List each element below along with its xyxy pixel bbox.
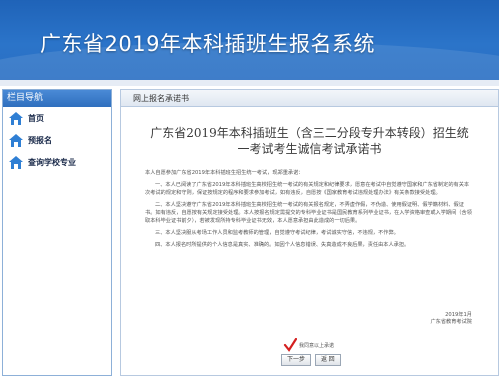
header-banner: 广东省2019年本科插班生报名系统 bbox=[0, 0, 499, 80]
sidebar-heading: 栏目导航 bbox=[3, 90, 111, 107]
pledge-paragraph: 本人自愿参加广东省2019年本科插班生招生统一考试，现郑重承诺： bbox=[145, 170, 304, 176]
checkmark-icon bbox=[283, 338, 297, 352]
pledge-paragraph: 三、本人坚决服从考场工作人员和监考教师的管理，自觉遵守考试纪律，考试诚实守信，不… bbox=[155, 230, 399, 236]
house-icon bbox=[9, 133, 23, 147]
sign-org: 广东省教育考试院 bbox=[430, 319, 472, 325]
sidebar-item-pre-register[interactable]: 预报名 bbox=[3, 129, 111, 151]
system-title: 广东省2019年本科插班生报名系统 bbox=[40, 32, 375, 56]
sidebar-item-label: 首页 bbox=[28, 113, 44, 123]
back-button[interactable]: 返 回 bbox=[315, 354, 341, 366]
house-icon bbox=[9, 155, 23, 169]
signature-block: 2019年1月 广东省教育考试院 bbox=[430, 312, 472, 326]
panel-title: 网上报名承诺书 bbox=[121, 90, 498, 107]
pledge-paragraph: 四、本人报名时所提供的个人信息是真实、准确的。如因个人信息错误、失真造成不良后果… bbox=[155, 242, 410, 248]
pledge-paragraph: 一、本人已阅读了广东省2019年本科插班生高校招生统一考试的有关规定和纪律要求，… bbox=[145, 182, 470, 196]
pledge-paragraph: 二、本人坚决遵守广东省2019年本科插班生高校招生统一考试的有关报名规定，不弄虚… bbox=[145, 202, 472, 224]
header-divider bbox=[0, 80, 499, 86]
document-title-line2: 一考试考生诚信考试承诺书 bbox=[237, 142, 382, 156]
sidebar-item-label: 预报名 bbox=[28, 135, 52, 145]
sidebar-item-query-school[interactable]: 查询学校专业 bbox=[3, 151, 111, 173]
agree-checkbox[interactable]: 我同意以上承诺 bbox=[283, 338, 334, 352]
sign-date: 2019年1月 bbox=[445, 312, 472, 318]
document-title: 广东省2019年本科插班生（含三二分段专升本转段）招生统 一考试考生诚信考试承诺… bbox=[121, 125, 498, 157]
house-icon bbox=[9, 111, 23, 125]
sidebar-item-home[interactable]: 首页 bbox=[3, 107, 111, 129]
sidebar-item-label: 查询学校专业 bbox=[28, 157, 76, 167]
next-button[interactable]: 下一步 bbox=[281, 354, 312, 366]
pledge-text: 本人自愿参加广东省2019年本科插班生招生统一考试，现郑重承诺： 一、本人已阅读… bbox=[121, 169, 498, 249]
agree-label: 我同意以上承诺 bbox=[299, 342, 335, 349]
action-buttons: 下一步 返 回 bbox=[281, 354, 341, 366]
main-panel: 网上报名承诺书 广东省2019年本科插班生（含三二分段专升本转段）招生统 一考试… bbox=[120, 89, 499, 376]
sidebar: 栏目导航 首页 预报名 查询学校专业 bbox=[2, 89, 112, 376]
document-title-line1: 广东省2019年本科插班生（含三二分段专升本转段）招生统 bbox=[150, 126, 469, 140]
